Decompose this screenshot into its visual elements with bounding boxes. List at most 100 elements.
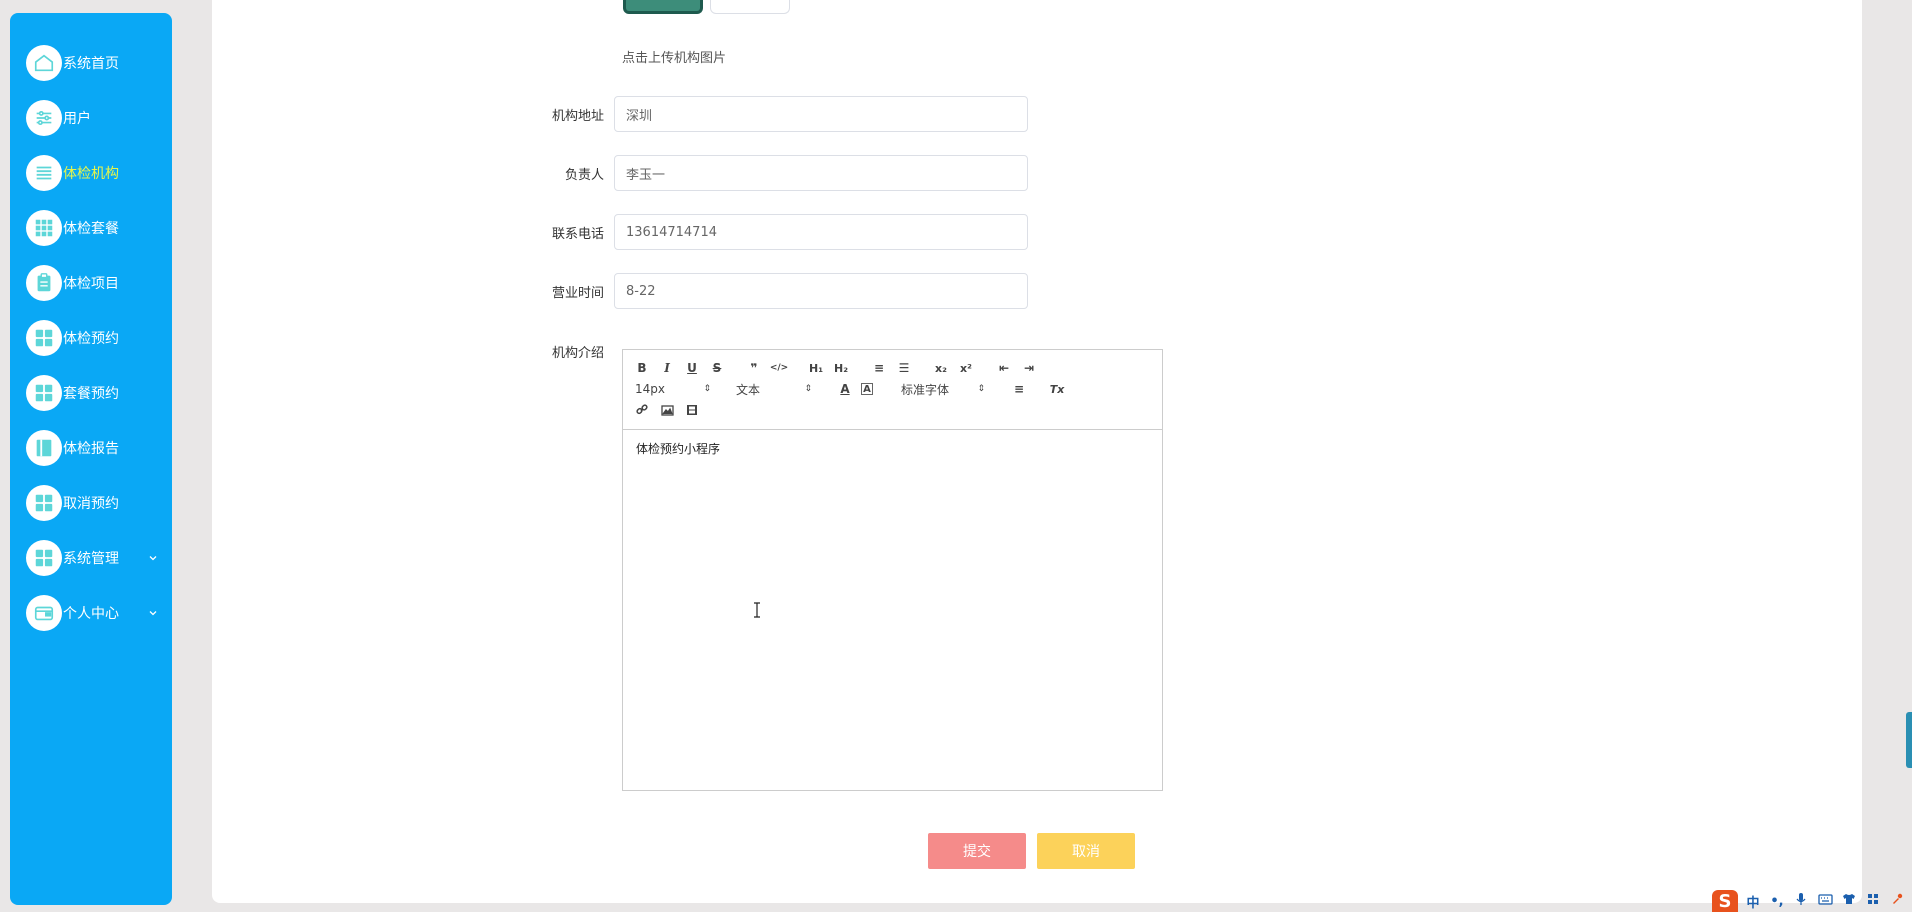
list-icon [26,154,62,191]
sidebar-item-label: 系统管理 [63,550,119,567]
font-size-value: 14px [635,382,665,396]
picker-arrow-icon: ⇕ [977,384,985,394]
punctuation-toggle[interactable]: •, [1768,894,1786,909]
shirt-icon[interactable] [1840,893,1858,909]
sidebar-item-packages[interactable]: 体检套餐 [10,200,172,255]
font-family-picker[interactable]: 标准字体 ⇕ [901,379,985,399]
form-row-phone: 联系电话 13614714714 [522,214,1028,250]
sidebar-item-label: 体检机构 [63,165,119,182]
sidebar-item-label: 系统首页 [63,55,119,72]
header-2-button[interactable]: H₂ [832,358,850,378]
hours-input[interactable]: 8-22 [614,273,1028,309]
wallet-icon [26,594,62,631]
clean-format-button[interactable]: Tx [1048,379,1066,399]
header-picker[interactable]: 文本 ⇕ [736,379,812,399]
grid-nine-icon [26,209,62,246]
sidebar-item-package-appointments[interactable]: 套餐预约 [10,365,172,420]
sidebar-item-label: 体检套餐 [63,220,119,237]
sidebar-item-institutions[interactable]: 体检机构 [10,145,172,200]
home-icon [26,44,62,81]
chevron-down-icon[interactable] [148,553,158,563]
uploaded-image-thumbnail[interactable] [623,0,703,14]
clipboard-icon [26,264,62,301]
italic-button[interactable]: I [658,358,676,378]
picker-arrow-icon: ⇕ [703,384,711,394]
font-size-picker[interactable]: 14px ⇕ [635,379,711,399]
submit-button[interactable]: 提交 [928,833,1026,869]
address-label: 机构地址 [551,108,604,124]
ime-logo[interactable]: S [1712,890,1738,912]
bullet-list-button[interactable]: ☰ [895,358,913,378]
scroll-handle[interactable] [1906,712,1912,768]
sidebar-item-label: 套餐预约 [63,385,119,402]
font-color-button[interactable]: A [836,379,854,399]
grid-four-icon [26,319,62,356]
sidebar-item-label: 体检项目 [63,275,119,292]
manager-label: 负责人 [564,167,604,183]
video-button[interactable] [683,400,701,420]
manager-input[interactable]: 李玉一 [614,155,1028,191]
grid-four-icon [26,374,62,411]
background-color-button[interactable]: A [861,383,873,395]
sidebar-item-profile[interactable]: 个人中心 [10,585,172,640]
sidebar-item-label: 体检预约 [63,330,119,347]
hours-label: 营业时间 [551,285,604,301]
sidebar-item-home[interactable]: 系统首页 [10,35,172,90]
ime-language-toggle[interactable]: 中 [1744,892,1762,911]
image-icon [660,404,674,416]
image-button[interactable] [658,400,676,420]
intro-label: 机构介绍 [551,346,604,361]
sidebar-item-items[interactable]: 体检项目 [10,255,172,310]
phone-label: 联系电话 [551,226,604,242]
sidebar-item-system[interactable]: 系统管理 [10,530,172,585]
sidebar-item-reports[interactable]: 体检报告 [10,420,172,475]
rich-text-editor: B I U S ❞ </> H₁ H₂ ≡ ☰ x₂ x² ⇤ ⇥ 14px ⇕ [622,349,1163,791]
form-row-hours: 营业时间 8-22 [522,273,1028,309]
sidebar-item-label: 个人中心 [63,605,119,622]
apps-icon[interactable] [1864,893,1882,909]
underline-button[interactable]: U [683,358,701,378]
link-icon [636,404,648,415]
cancel-button[interactable]: 取消 [1037,833,1135,869]
form-row-manager: 负责人 李玉一 [522,155,1028,191]
header-value: 文本 [736,382,761,397]
link-button[interactable] [633,400,651,420]
ime-tray: S 中 •, [1710,890,1912,912]
sidebar-item-label: 体检报告 [63,440,119,457]
sidebar: 系统首页 用户 体检机构 体检套餐 体检项目 体检预约 套餐预约 体检报告 取消… [10,13,172,905]
superscript-button[interactable]: x² [957,358,975,378]
phone-input[interactable]: 13614714714 [614,214,1028,250]
book-icon [26,429,62,466]
header-1-button[interactable]: H₁ [807,358,825,378]
bold-button[interactable]: B [633,358,651,378]
mic-icon[interactable] [1792,892,1810,910]
subscript-button[interactable]: x₂ [932,358,950,378]
blockquote-button[interactable]: ❞ [745,358,763,378]
address-input[interactable]: 深圳 [614,96,1028,132]
editor-content[interactable]: 体检预约小程序 [623,430,1162,467]
sidebar-item-appointments[interactable]: 体检预约 [10,310,172,365]
code-block-button[interactable]: </> [770,358,788,378]
editor-toolbar: B I U S ❞ </> H₁ H₂ ≡ ☰ x₂ x² ⇤ ⇥ 14px ⇕ [623,350,1162,430]
strike-button[interactable]: S [708,358,726,378]
sidebar-item-cancellations[interactable]: 取消预约 [10,475,172,530]
indent-button[interactable]: ⇥ [1020,358,1038,378]
main-panel: 点击上传机构图片 机构地址 深圳 负责人 李玉一 联系电话 1361471471… [212,0,1862,903]
grid-four-icon [26,484,62,521]
upload-image-button[interactable] [710,0,790,14]
align-button[interactable]: ≡ [1010,379,1028,399]
grid-four-icon [26,539,62,576]
chevron-down-icon[interactable] [148,608,158,618]
sliders-icon [26,99,62,136]
sidebar-item-users[interactable]: 用户 [10,90,172,145]
ordered-list-button[interactable]: ≡ [870,358,888,378]
sidebar-item-label: 取消预约 [63,495,119,512]
picker-arrow-icon: ⇕ [804,384,812,394]
form-row-address: 机构地址 深圳 [522,96,1028,132]
sidebar-item-label: 用户 [63,110,91,127]
keyboard-icon[interactable] [1816,893,1834,909]
tool-icon[interactable] [1888,893,1906,909]
font-family-value: 标准字体 [901,382,950,397]
upload-hint: 点击上传机构图片 [622,51,727,66]
outdent-button[interactable]: ⇤ [995,358,1013,378]
